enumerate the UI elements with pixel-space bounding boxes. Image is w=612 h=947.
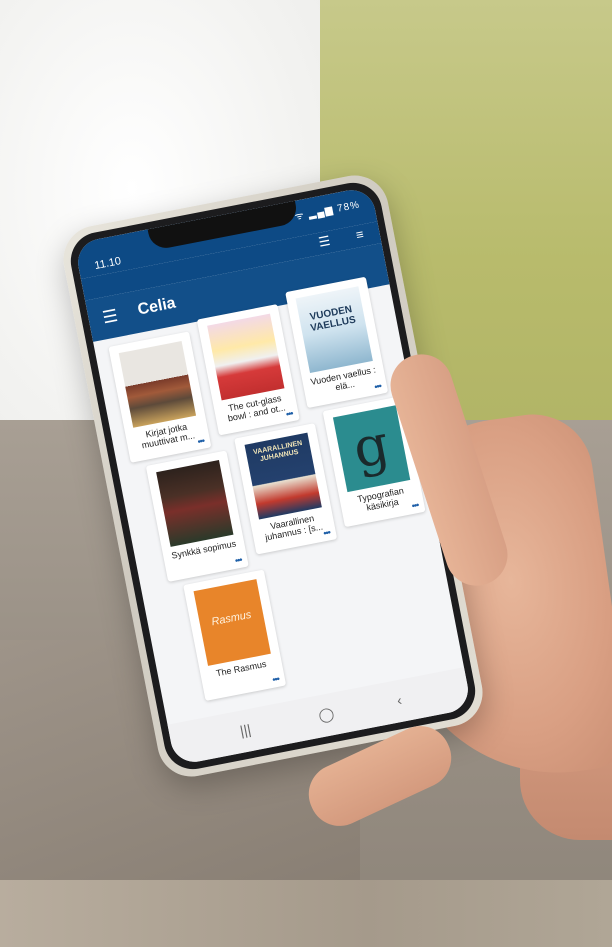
book-card[interactable]: The cut-glass bowl : and ot... •••	[196, 304, 300, 436]
cover-text: Rasmus	[210, 608, 253, 629]
book-card[interactable]: Synkkä sopimus •••	[145, 450, 249, 582]
book-cover: Rasmus	[193, 579, 271, 666]
status-time: 11.10	[93, 255, 123, 273]
app-title: Celia	[136, 294, 178, 319]
back-button[interactable]: ‹	[396, 692, 404, 709]
cover-text: VAARALLINEN JUHANNUS	[252, 439, 303, 464]
cover-text: g	[348, 412, 395, 481]
book-card[interactable]: VUODEN VAELLUS Vuoden vaellus : elä... •…	[285, 276, 389, 409]
book-cover	[207, 313, 285, 401]
menu-icon[interactable]: ☰	[101, 306, 120, 329]
book-cover	[118, 340, 197, 428]
book-cover: VAARALLINEN JUHANNUS	[244, 432, 322, 520]
book-cover	[156, 460, 234, 547]
floor	[0, 880, 612, 947]
sort-icon[interactable]: ☰	[317, 233, 331, 251]
book-cover: VUODEN VAELLUS	[295, 286, 373, 374]
home-button[interactable]: ◯	[317, 705, 336, 725]
recent-apps-button[interactable]: |||	[239, 721, 253, 739]
book-card[interactable]: VAARALLINEN JUHANNUS Vaarallinen juhannu…	[234, 423, 338, 555]
book-card[interactable]: Rasmus The Rasmus •••	[183, 569, 287, 701]
cover-text: VUODEN VAELLUS	[308, 303, 357, 335]
book-card[interactable]: Kirjat jotka muuttivat m... •••	[108, 331, 212, 463]
list-view-icon[interactable]: ≡	[355, 226, 365, 242]
